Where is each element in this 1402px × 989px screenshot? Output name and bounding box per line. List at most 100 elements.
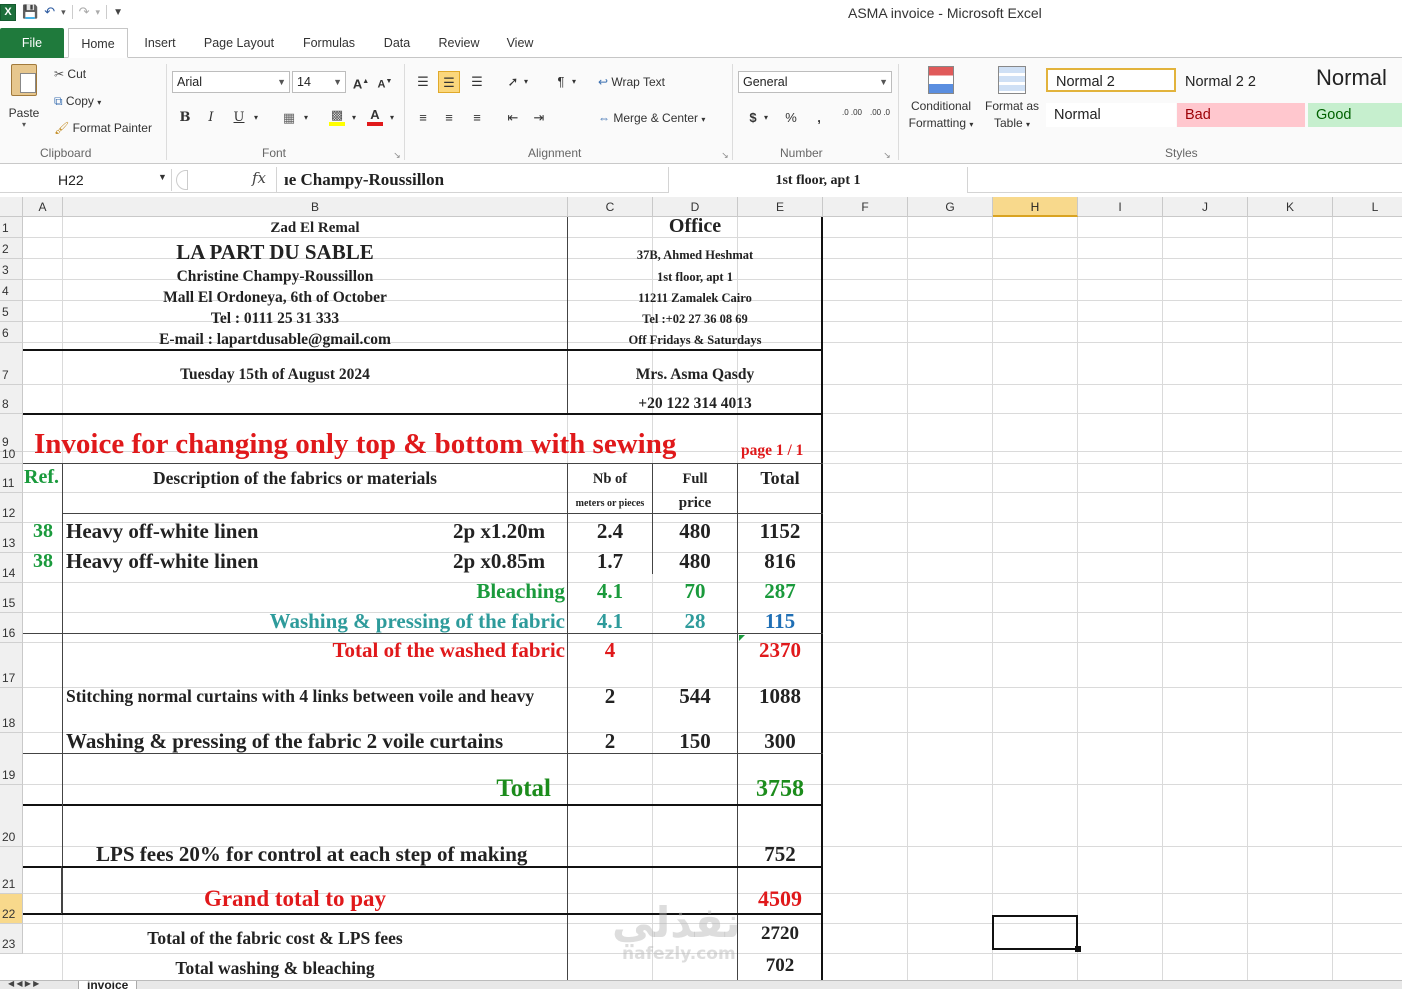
bleaching-price[interactable]: 70 bbox=[653, 579, 737, 603]
underline-dropdown-icon[interactable]: ▾ bbox=[250, 107, 262, 129]
cut-button[interactable]: ✂ Cut bbox=[54, 67, 86, 81]
column-header-h[interactable]: H bbox=[993, 197, 1078, 217]
format-as-table-button[interactable]: Format as Table ▾ bbox=[980, 66, 1044, 133]
tab-data[interactable]: Data bbox=[376, 28, 418, 58]
row-header-17[interactable]: 17 bbox=[0, 643, 23, 688]
customize-toolbar-icon[interactable]: ▼ bbox=[113, 7, 123, 18]
column-header-g[interactable]: G bbox=[908, 197, 993, 217]
item-description[interactable]: Heavy off-white linen bbox=[66, 549, 446, 573]
style-normal-2-2[interactable]: Normal 2 2 bbox=[1177, 70, 1305, 94]
lps-fees-value[interactable]: 752 bbox=[738, 842, 822, 866]
cell-d8[interactable]: +20 122 314 4013 bbox=[568, 394, 822, 414]
copy-button[interactable]: ⧉ Copy ▾ bbox=[54, 94, 101, 109]
row-header-2[interactable]: 2 bbox=[0, 238, 23, 259]
formula-input[interactable]: ıe Champy-Roussillon bbox=[284, 167, 444, 193]
page-indicator[interactable]: page 1 / 1 bbox=[741, 441, 821, 461]
undo-icon[interactable]: ↶ bbox=[44, 4, 55, 20]
grand-total-label[interactable]: Grand total to pay bbox=[63, 886, 567, 912]
column-header-k[interactable]: K bbox=[1248, 197, 1333, 217]
header-price[interactable]: price bbox=[653, 493, 737, 513]
row-header-4[interactable]: 4 bbox=[0, 280, 23, 301]
row-header-23[interactable]: 23 bbox=[0, 924, 23, 954]
currency-dropdown-icon[interactable]: ▾ bbox=[760, 107, 772, 129]
style-bad[interactable]: Bad bbox=[1177, 103, 1305, 127]
item-total[interactable]: 816 bbox=[738, 549, 822, 573]
header-description[interactable]: Description of the fabrics or materials bbox=[63, 467, 567, 489]
cell-b6[interactable]: E-mail : lapartdusable@gmail.com bbox=[23, 329, 567, 350]
invoice-title[interactable]: Invoice for changing only top & bottom w… bbox=[34, 427, 734, 461]
cell-d3[interactable]: 1st floor, apt 1 bbox=[568, 267, 822, 287]
stitching-price[interactable]: 544 bbox=[653, 684, 737, 708]
row-header-14[interactable]: 14 bbox=[0, 553, 23, 583]
cell-d1[interactable]: Office bbox=[568, 214, 822, 238]
header-ref[interactable]: Ref. bbox=[24, 465, 64, 489]
tab-review[interactable]: Review bbox=[430, 28, 488, 58]
number-format-select[interactable]: General ▼ bbox=[738, 71, 892, 93]
header-total[interactable]: Total bbox=[738, 467, 822, 489]
cell-b5[interactable]: Tel : 0111 25 31 333 bbox=[23, 308, 567, 329]
style-good[interactable]: Good bbox=[1308, 103, 1402, 127]
washed-total-value[interactable]: 2370 bbox=[738, 638, 822, 662]
style-normal-2[interactable]: Normal 2 bbox=[1046, 68, 1176, 92]
increase-decimal-button[interactable]: .0 .00 bbox=[840, 107, 864, 129]
washing-total[interactable]: 115 bbox=[738, 609, 822, 633]
row-header-5[interactable]: 5 bbox=[0, 301, 23, 322]
active-cell-selection[interactable] bbox=[992, 915, 1078, 950]
fill-color-icon[interactable]: ▩ bbox=[326, 104, 348, 126]
row-header-16[interactable]: 16 bbox=[0, 613, 23, 643]
cell-d2[interactable]: 37B, Ahmed Heshmat bbox=[568, 245, 822, 265]
cell-d5[interactable]: Tel :+02 27 36 08 69 bbox=[568, 309, 822, 329]
washed-total-nb[interactable]: 4 bbox=[568, 638, 652, 662]
bleaching-label[interactable]: Bleaching bbox=[66, 579, 565, 603]
total-value[interactable]: 3758 bbox=[738, 775, 822, 803]
washing-curtains-label[interactable]: Washing & pressing of the fabric 2 voile… bbox=[66, 729, 567, 753]
tab-insert[interactable]: Insert bbox=[133, 28, 187, 58]
item-dimensions[interactable]: 2p x1.20m bbox=[453, 519, 565, 543]
bold-button[interactable]: B bbox=[174, 107, 196, 129]
undo-dropdown-icon[interactable]: ▾ bbox=[61, 7, 66, 18]
merge-center-button[interactable]: ⇔ Merge & Center ▾ bbox=[598, 111, 705, 125]
bleaching-total[interactable]: 287 bbox=[738, 579, 822, 603]
borders-dropdown-icon[interactable]: ▾ bbox=[300, 107, 312, 129]
worksheet-grid[interactable]: ABCDEFGHIJKL 1 2 3 4 5 6 7 8 9 10 11 12 13 14 15 16 17 18… bbox=[0, 197, 1402, 980]
stitching-nb[interactable]: 2 bbox=[568, 684, 652, 708]
save-icon[interactable]: 💾 bbox=[22, 4, 38, 20]
name-box-dropdown-icon[interactable]: ▼ bbox=[158, 172, 167, 182]
item-price[interactable]: 480 bbox=[653, 519, 737, 543]
cell-d4[interactable]: 11211 Zamalek Cairo bbox=[568, 288, 822, 308]
align-center-icon[interactable]: ≡ bbox=[438, 107, 460, 129]
redo-dropdown-icon[interactable]: ▾ bbox=[96, 7, 101, 18]
row-header-18[interactable]: 18 bbox=[0, 688, 23, 733]
total-label[interactable]: Total bbox=[66, 775, 551, 803]
cell-b7[interactable]: Tuesday 15th of August 2024 bbox=[23, 365, 567, 385]
row-header-13[interactable]: 13 bbox=[0, 523, 23, 553]
tab-view[interactable]: View bbox=[498, 28, 542, 58]
align-middle-icon[interactable]: ☰ bbox=[438, 71, 460, 93]
lps-fees-label[interactable]: LPS fees 20% for control at each step of… bbox=[96, 842, 566, 866]
column-header-i[interactable]: I bbox=[1078, 197, 1163, 217]
item-dimensions[interactable]: 2p x0.85m bbox=[453, 549, 565, 573]
font-color-dropdown-icon[interactable]: ▾ bbox=[386, 107, 398, 129]
style-normal[interactable]: Normal bbox=[1046, 103, 1176, 127]
row-header-12[interactable]: 12 bbox=[0, 493, 23, 523]
row-header-7[interactable]: 7 bbox=[0, 343, 23, 385]
header-nb[interactable]: Nb of bbox=[568, 469, 652, 489]
tab-file[interactable]: File bbox=[0, 28, 64, 58]
format-painter-button[interactable]: 🖌 Format Painter bbox=[54, 121, 152, 135]
row-header-21[interactable]: 21 bbox=[0, 847, 23, 894]
select-all-corner[interactable] bbox=[0, 197, 23, 217]
item-total[interactable]: 1152 bbox=[738, 519, 822, 543]
sheet-nav-icon[interactable]: ◀ ◀ ▶ ▶ bbox=[8, 981, 39, 988]
header-nb-sub[interactable]: meters or pieces bbox=[566, 497, 654, 511]
item-ref[interactable]: 38 bbox=[23, 549, 63, 573]
row-header-22[interactable]: 22 bbox=[0, 894, 23, 924]
tab-home[interactable]: Home bbox=[68, 28, 128, 58]
cell-b4[interactable]: Mall El Ordoneya, 6th of October bbox=[23, 287, 567, 308]
item-price[interactable]: 480 bbox=[653, 549, 737, 573]
cell-b3[interactable]: Christine Champy-Roussillon bbox=[23, 266, 567, 287]
align-left-icon[interactable]: ≡ bbox=[412, 107, 434, 129]
conditional-formatting-button[interactable]: Conditional Formatting ▾ bbox=[904, 66, 978, 133]
number-dialog-launcher-icon[interactable]: ↘ bbox=[876, 144, 898, 166]
sheet-tab-invoice[interactable]: invoice bbox=[78, 981, 138, 989]
washed-total-label[interactable]: Total of the washed fabric bbox=[66, 638, 565, 662]
